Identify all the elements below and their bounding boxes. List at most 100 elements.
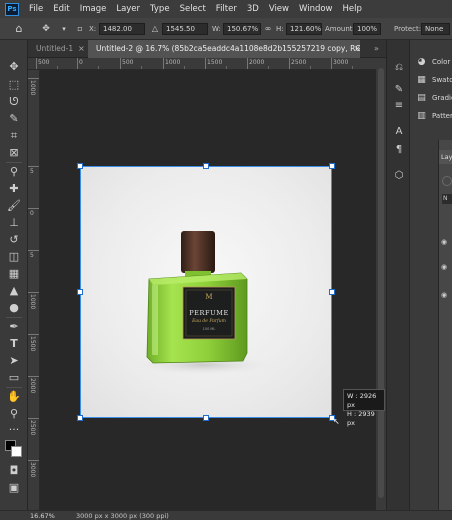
menu-image[interactable]: Image xyxy=(75,0,112,18)
transform-handle-top-left[interactable] xyxy=(77,163,83,169)
crop-tool-icon[interactable]: ⌗ xyxy=(4,129,24,143)
transform-dimensions-tooltip: W : 2926 px H : 2939 px xyxy=(343,389,385,427)
ruler-label: 1500 xyxy=(207,59,223,66)
brush-tool-icon[interactable]: 🖌 xyxy=(4,199,24,213)
ruler-tick xyxy=(28,166,39,167)
menu-edit[interactable]: Edit xyxy=(48,0,74,18)
link-icon[interactable]: ∞ xyxy=(262,23,274,35)
transform-handle-bottom[interactable] xyxy=(203,415,209,421)
vertical-scrollbar[interactable] xyxy=(376,58,386,510)
menu-help[interactable]: Help xyxy=(338,0,367,18)
scrollbar-thumb[interactable] xyxy=(378,68,384,498)
menu-filter[interactable]: Filter xyxy=(211,0,242,18)
menu-bar: Ps File Edit Image Layer Type Select Fil… xyxy=(0,0,452,18)
3d-panel-icon[interactable]: ⬡ xyxy=(393,170,405,182)
ruler-tick xyxy=(28,460,39,461)
transform-handle-top[interactable] xyxy=(203,163,209,169)
transform-handle-left[interactable] xyxy=(77,289,83,295)
artboard-tool-icon[interactable]: ⬚ xyxy=(4,78,24,92)
layer-visibility-eye-icon[interactable]: ◉ xyxy=(441,263,452,271)
tab-untitled-2[interactable]: Untitled-2 @ 16.7% (85b2ca5eaddc4a1108e8… xyxy=(88,40,360,58)
dodge-tool-icon[interactable]: ● xyxy=(4,301,24,315)
pen-tool-icon[interactable]: ✒ xyxy=(4,320,24,334)
zoom-level-field[interactable]: 16.67% xyxy=(30,511,55,520)
patterns-panel-button[interactable]: ▥ Patterns xyxy=(410,108,452,125)
move-tool-preset-icon[interactable]: ✥ xyxy=(40,23,52,35)
delta-icon[interactable]: △ xyxy=(149,23,161,35)
document-info[interactable]: 3000 px x 3000 px (300 ppi) xyxy=(76,511,169,520)
bottle-cap xyxy=(181,231,215,273)
menu-view[interactable]: View xyxy=(264,0,294,18)
layer-visibility-eye-icon[interactable]: ◉ xyxy=(441,238,452,246)
quick-select-tool-icon[interactable]: ✎ xyxy=(4,112,24,126)
blur-tool-icon[interactable]: ▲ xyxy=(4,284,24,298)
width-field[interactable]: 150.67% xyxy=(223,23,261,35)
adjustments-icon[interactable]: ≡ xyxy=(393,100,405,112)
menu-type[interactable]: Type xyxy=(145,0,175,18)
menu-3d[interactable]: 3D xyxy=(242,0,264,18)
layers-tab[interactable]: Layers xyxy=(439,150,452,164)
options-bar: ⌂ ✥ ▾ ▫ X: 1482.00 △ 1545.50 W: 150.67% … xyxy=(0,18,452,40)
lasso-tool-icon[interactable]: ᘎ xyxy=(4,95,24,109)
label-volume: 100 ML xyxy=(202,327,216,331)
transform-handle-top-right[interactable] xyxy=(329,163,335,169)
transform-handle-bottom-left[interactable] xyxy=(77,415,83,421)
y-position-field[interactable]: 1545.50 xyxy=(162,23,208,35)
more-tools-icon[interactable]: ··· xyxy=(4,423,24,437)
move-tool-icon[interactable]: ✥ xyxy=(4,60,24,74)
paragraph-panel-icon[interactable]: ¶ xyxy=(393,144,405,156)
frame-tool-icon[interactable]: ⊠ xyxy=(4,146,24,160)
layer-visibility-eye-icon[interactable]: ◉ xyxy=(441,291,452,299)
collapsed-panels-strip: ⎌ ✎ ≡ A ¶ ⬡ xyxy=(386,40,410,510)
history-brush-tool-icon[interactable]: ↺ xyxy=(4,233,24,247)
color-panel-button[interactable]: ◕ Color xyxy=(410,54,452,71)
hand-tool-icon[interactable]: ✋ xyxy=(4,390,24,404)
patterns-icon: ▥ xyxy=(417,111,426,121)
menu-layer[interactable]: Layer xyxy=(111,0,145,18)
menu-select[interactable]: Select xyxy=(175,0,211,18)
ruler-tick xyxy=(77,58,78,69)
document-canvas[interactable]: M PERFUME Eau de Parfum 100 ML xyxy=(80,166,332,418)
tabs-overflow-icon[interactable]: » xyxy=(374,40,379,58)
toolbar-divider xyxy=(6,317,22,318)
toolbar-divider xyxy=(6,387,22,388)
document-tabs: Untitled-1 × Untitled-2 @ 16.7% (85b2ca5… xyxy=(28,40,386,58)
eyedropper-tool-icon[interactable]: ⚲ xyxy=(4,165,24,179)
close-icon[interactable]: × xyxy=(354,40,361,58)
ruler-tick xyxy=(28,376,39,377)
reference-point-icon[interactable]: ▫ xyxy=(74,23,86,35)
height-field[interactable]: 121.60% xyxy=(286,23,322,35)
quick-mask-icon[interactable]: ◘ xyxy=(4,464,24,478)
rectangle-tool-icon[interactable]: ▭ xyxy=(4,371,24,385)
gradient-tool-icon[interactable]: ▦ xyxy=(4,267,24,281)
healing-brush-tool-icon[interactable]: ✚ xyxy=(4,182,24,196)
home-icon[interactable]: ⌂ xyxy=(13,23,25,35)
character-panel-icon[interactable]: A xyxy=(393,126,405,138)
layer-search-icon[interactable] xyxy=(442,176,452,186)
screen-mode-icon[interactable]: ▣ xyxy=(4,481,24,495)
brush-settings-icon[interactable]: ✎ xyxy=(393,84,405,96)
chevron-down-icon[interactable]: ▾ xyxy=(58,23,70,35)
close-icon[interactable]: × xyxy=(78,40,85,58)
swatches-panel-button[interactable]: ▦ Swatches xyxy=(410,72,452,89)
eraser-tool-icon[interactable]: ◫ xyxy=(4,250,24,264)
zoom-tool-icon[interactable]: ⚲ xyxy=(4,407,24,421)
gradients-panel-button[interactable]: ▤ Gradients xyxy=(410,90,452,107)
x-position-field[interactable]: 1482.00 xyxy=(99,23,145,35)
swatches-panel-label: Swatches xyxy=(432,76,452,84)
amount-field[interactable]: 100% xyxy=(353,23,381,35)
path-selection-tool-icon[interactable]: ➤ xyxy=(4,354,24,368)
protect-select[interactable]: None xyxy=(421,23,450,35)
menu-window[interactable]: Window xyxy=(294,0,338,18)
transform-handle-right[interactable] xyxy=(329,289,335,295)
ruler-tick xyxy=(289,58,290,69)
blend-mode-select[interactable]: N xyxy=(442,194,452,204)
ruler-tick xyxy=(28,208,39,209)
clone-stamp-tool-icon[interactable]: ⊥ xyxy=(4,216,24,230)
history-panel-icon[interactable]: ⎌ xyxy=(393,62,405,74)
type-tool-icon[interactable]: T xyxy=(4,337,24,351)
amount-label: Amount: xyxy=(325,25,355,33)
background-color-swatch[interactable] xyxy=(11,446,22,457)
menu-file[interactable]: File xyxy=(24,0,48,18)
toolbar-divider xyxy=(6,162,22,163)
